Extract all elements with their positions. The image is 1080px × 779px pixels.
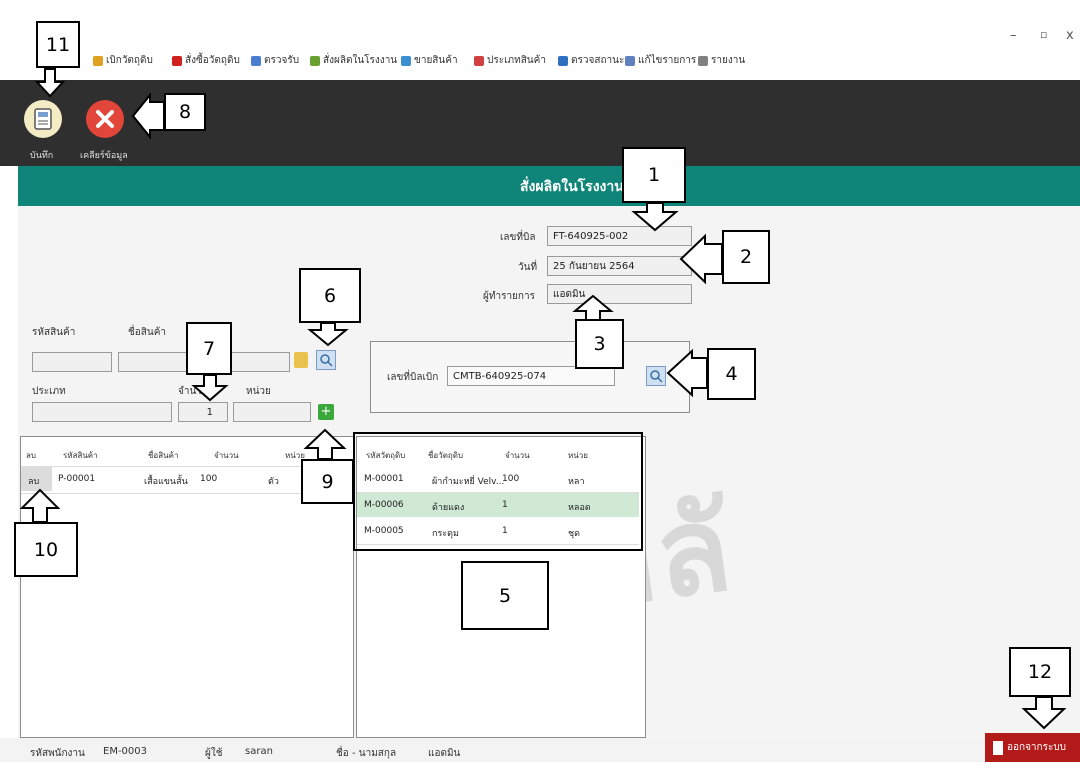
callout-10: 10 (14, 522, 78, 577)
callout-8: 8 (164, 93, 206, 131)
arrow-3 (572, 294, 614, 321)
arrow-10 (19, 488, 61, 523)
arrow-2 (679, 233, 723, 285)
callout-2: 2 (722, 230, 770, 284)
callout-9: 9 (301, 459, 354, 504)
callout-box-5-outline (353, 432, 643, 551)
callout-12: 12 (1009, 647, 1071, 697)
arrow-12 (1021, 696, 1067, 730)
callout-3: 3 (575, 319, 624, 369)
callout-4: 4 (707, 348, 756, 400)
callout-6: 6 (299, 268, 361, 323)
arrow-7 (191, 374, 229, 402)
callout-5: 5 (461, 561, 549, 630)
arrow-6 (307, 322, 349, 347)
callout-arrows (19, 68, 1067, 730)
callout-1: 1 (622, 147, 686, 203)
arrow-1 (631, 202, 679, 232)
arrow-4 (666, 348, 708, 398)
arrow-8 (131, 92, 165, 140)
arrow-9 (303, 428, 347, 460)
arrow-11 (34, 68, 66, 98)
callout-7: 7 (186, 322, 232, 375)
callout-11: 11 (36, 21, 80, 68)
